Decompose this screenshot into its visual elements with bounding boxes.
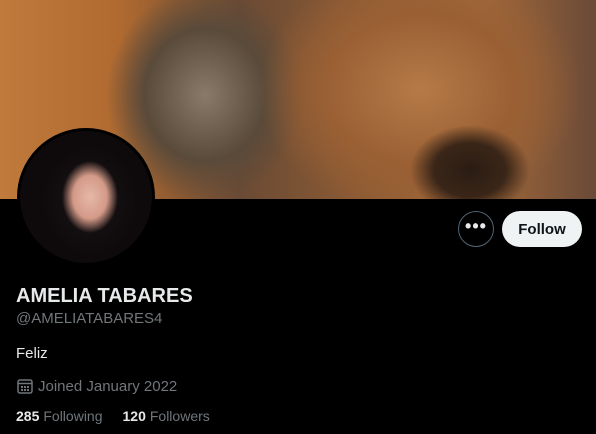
following-count: 285 xyxy=(16,408,40,424)
following-label: Following xyxy=(43,408,103,424)
username-handle: @AMELIATABARES4 xyxy=(16,310,163,327)
profile-stats: 285 Following 120 Followers xyxy=(16,408,230,424)
bio-text: Feliz xyxy=(16,345,48,362)
more-options-button[interactable]: ••• xyxy=(458,211,494,247)
avatar[interactable] xyxy=(17,128,155,266)
joined-date: Joined January 2022 xyxy=(16,377,177,395)
followers-label: Followers xyxy=(149,408,210,424)
following-link[interactable]: 285 Following xyxy=(16,408,103,424)
followers-link[interactable]: 120 Followers xyxy=(123,408,210,424)
joined-text: Joined January 2022 xyxy=(38,377,178,395)
followers-count: 120 xyxy=(122,408,146,424)
follow-button[interactable]: Follow xyxy=(502,211,582,247)
calendar-icon xyxy=(17,379,33,394)
more-horizontal-icon: ••• xyxy=(465,216,487,236)
display-name: AMELIA TABARES xyxy=(16,285,193,307)
